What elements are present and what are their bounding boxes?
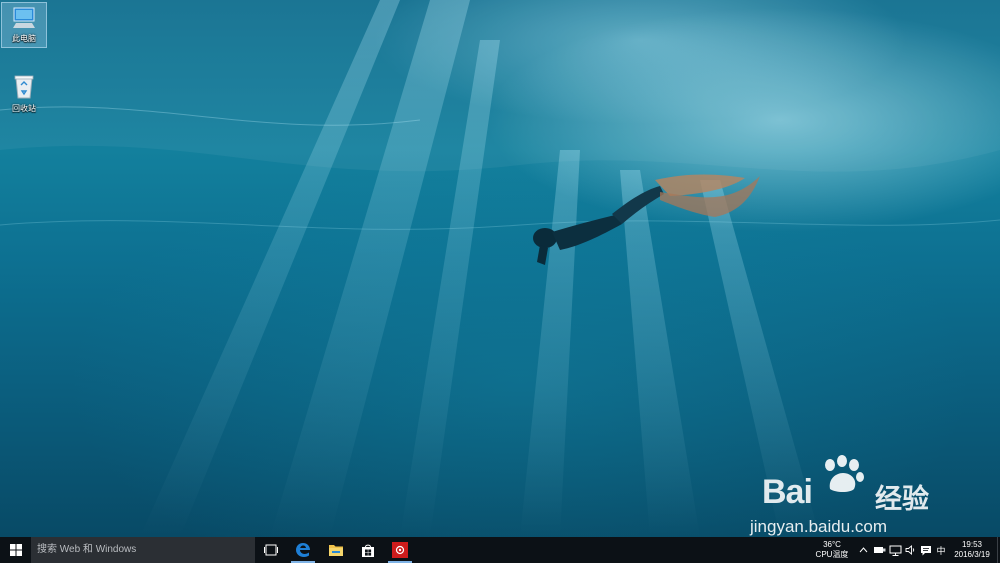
desktop-icon-recycle-bin[interactable]: 回收站	[1, 70, 47, 116]
computer-icon	[13, 7, 35, 28]
desktop-wallpaper: 此电脑 回收站 Bai 经验 jingyan.baidu.com	[0, 0, 1000, 537]
clock[interactable]: 19:53 2016/3/19	[946, 540, 998, 560]
cpu-temp-label: CPU温度	[815, 550, 849, 559]
watermark-url: jingyan.baidu.com	[750, 517, 888, 536]
paw-logo-icon	[825, 455, 864, 492]
watermark-brand-suffix: 经验	[875, 484, 929, 514]
cpu-temperature-widget[interactable]: 36°C CPU温度	[812, 540, 852, 560]
chevron-up-icon	[859, 547, 867, 553]
task-view-icon	[264, 544, 278, 556]
desktop-icon-label: 此电脑	[12, 34, 36, 43]
network-icon	[889, 545, 901, 556]
desktop-icon-label: 回收站	[12, 104, 36, 113]
windows-logo-icon	[9, 544, 22, 556]
network-button[interactable]	[887, 537, 903, 563]
edge-button[interactable]	[287, 537, 319, 563]
show-hidden-icons-button[interactable]	[856, 537, 870, 563]
recycle-bin-icon	[14, 75, 34, 99]
pinned-app-button[interactable]	[384, 537, 416, 563]
watermark-brand: Bai	[762, 473, 813, 511]
clock-time: 19:53	[961, 540, 983, 549]
action-center-button[interactable]	[918, 537, 934, 563]
volume-button[interactable]	[903, 537, 917, 563]
edge-icon	[296, 543, 310, 557]
tray-device-button[interactable]	[871, 537, 887, 563]
file-explorer-button[interactable]	[320, 537, 352, 563]
start-button[interactable]	[0, 537, 31, 563]
store-icon	[362, 544, 374, 557]
volume-icon	[905, 545, 914, 555]
cpu-temp-value: 36°C	[823, 540, 841, 549]
clock-date: 2016/3/19	[954, 550, 990, 559]
store-button[interactable]	[352, 537, 384, 563]
taskbar: 搜索 Web 和 Windows 36°C CPU温度 中 19:53 2016…	[0, 537, 1000, 563]
task-view-button[interactable]	[255, 537, 287, 563]
desktop-icon-this-pc[interactable]: 此电脑	[1, 2, 47, 48]
app-icon	[392, 542, 408, 558]
search-input[interactable]: 搜索 Web 和 Windows	[31, 537, 255, 563]
baidu-jingyan-watermark: Bai 经验 jingyan.baidu.com	[750, 455, 950, 537]
usb-device-icon	[873, 547, 885, 553]
notification-icon	[921, 545, 931, 555]
file-explorer-icon	[329, 545, 343, 556]
